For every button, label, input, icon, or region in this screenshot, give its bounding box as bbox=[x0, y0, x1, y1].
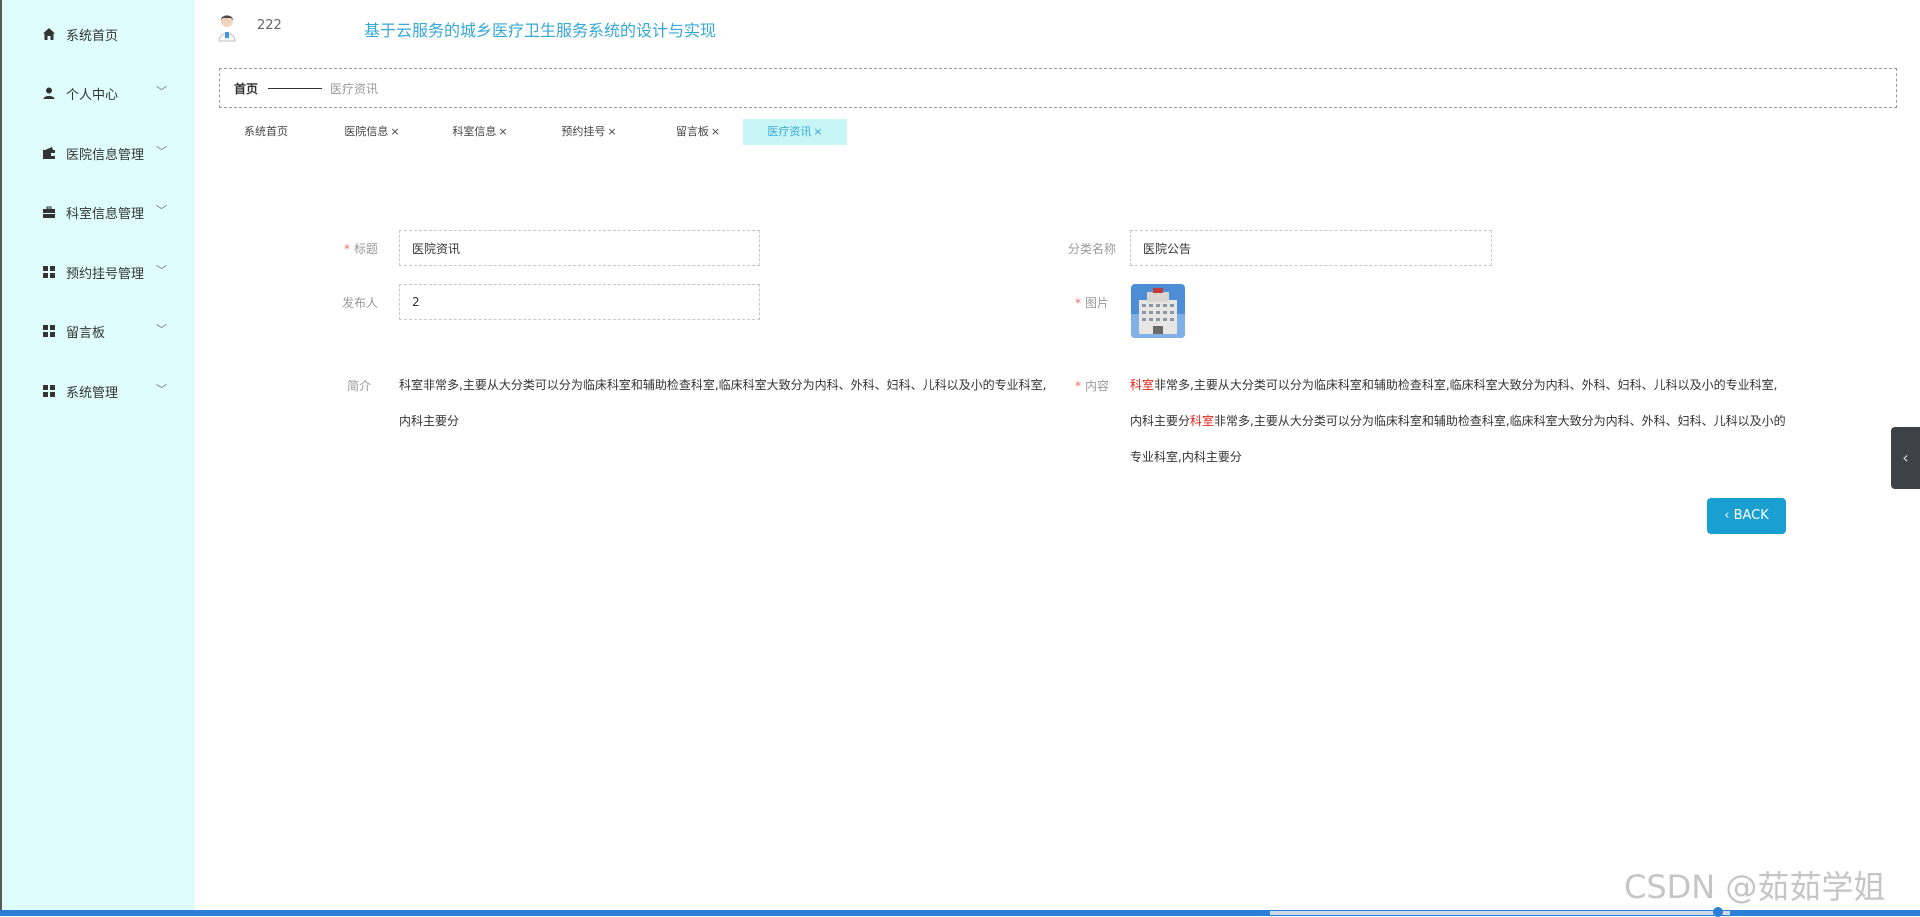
tab-messageboard[interactable]: 留言板 × bbox=[663, 119, 733, 145]
wallet-icon bbox=[43, 147, 55, 159]
breadcrumb: 首页 医疗资讯 bbox=[219, 68, 1897, 108]
chevron-down-icon: ﹀ bbox=[156, 323, 167, 336]
tab-label: 预约挂号 bbox=[561, 125, 606, 138]
app-title: 基于云服务的城乡医疗卫生服务系统的设计与实现 bbox=[364, 21, 717, 40]
chevron-down-icon: ﹀ bbox=[156, 145, 167, 158]
avatar[interactable] bbox=[216, 12, 244, 42]
breadcrumb-home[interactable]: 首页 bbox=[234, 80, 258, 97]
sidebar-item-profile[interactable]: 个人中心 ﹀ bbox=[2, 73, 197, 113]
collapse-handle-chevron-left-icon[interactable]: ‹ bbox=[1891, 427, 1920, 489]
intro-label: 简介 bbox=[346, 379, 371, 393]
sidebar-item-label: 预约挂号管理 bbox=[66, 267, 145, 282]
back-button-label: BACK bbox=[1733, 508, 1769, 523]
image-label: * 图片 bbox=[1074, 296, 1109, 310]
close-icon[interactable]: × bbox=[711, 125, 720, 138]
sidebar-item-label: 科室信息管理 bbox=[66, 207, 145, 222]
tab-news[interactable]: 医疗资讯 × bbox=[743, 119, 847, 145]
required-mark: * bbox=[1074, 379, 1081, 393]
publisher-input[interactable] bbox=[399, 284, 760, 320]
sidebar-item-home[interactable]: 系统首页 bbox=[2, 14, 197, 54]
tab-label: 医院信息 bbox=[344, 125, 389, 138]
breadcrumb-current: 医疗资讯 bbox=[330, 82, 379, 96]
username[interactable]: 222 bbox=[257, 18, 282, 33]
close-icon[interactable]: × bbox=[498, 125, 507, 138]
sidebar-item-appointment[interactable]: 预约挂号管理 ﹀ bbox=[2, 252, 197, 292]
sidebar-item-label: 系统管理 bbox=[66, 386, 119, 401]
required-mark: * bbox=[343, 242, 350, 256]
publisher-label: 发布人 bbox=[341, 296, 378, 310]
close-icon[interactable]: × bbox=[813, 125, 822, 138]
chevron-down-icon: ﹀ bbox=[156, 264, 167, 277]
hospital-image[interactable] bbox=[1131, 284, 1185, 338]
sidebar-item-label: 医院信息管理 bbox=[66, 148, 145, 163]
content-text: 科室非常多,主要从大分类可以分为临床科室和辅助检查科室,临床科室大致分为内科、外… bbox=[1130, 367, 1786, 475]
tab-label: 留言板 bbox=[675, 125, 709, 138]
sidebar-item-hospital[interactable]: 医院信息管理 ﹀ bbox=[2, 133, 197, 173]
required-mark: * bbox=[1074, 296, 1081, 310]
close-icon[interactable]: × bbox=[607, 125, 616, 138]
content-part: 非常多,主要从大分类可以分为临床科室和辅助检查科室,临床科室大致分为内科、外科、… bbox=[1130, 414, 1786, 464]
tab-department[interactable]: 科室信息 × bbox=[445, 119, 515, 145]
tab-label: 系统首页 bbox=[244, 125, 288, 138]
person-icon bbox=[43, 87, 55, 99]
content-highlight: 科室 bbox=[1130, 378, 1155, 392]
title-label: * 标题 bbox=[343, 242, 378, 256]
horizontal-scrollbar[interactable] bbox=[1270, 911, 1730, 915]
chevron-down-icon: ﹀ bbox=[156, 383, 167, 396]
sidebar-item-label: 系统首页 bbox=[66, 29, 119, 44]
content-label: * 内容 bbox=[1074, 379, 1109, 393]
tab-home[interactable]: 系统首页 bbox=[231, 119, 301, 145]
chevron-down-icon: ﹀ bbox=[156, 85, 167, 98]
chevron-down-icon: ﹀ bbox=[156, 204, 167, 217]
category-label: 分类名称 bbox=[1067, 242, 1116, 256]
back-button[interactable]: ‹ BACK bbox=[1707, 498, 1786, 534]
tab-appointment[interactable]: 预约挂号 × bbox=[554, 119, 624, 145]
sidebar-item-department[interactable]: 科室信息管理 ﹀ bbox=[2, 192, 197, 232]
sidebar: 系统首页 个人中心 ﹀ 医院信息管理 ﹀ 科室信息管理 ﹀ 预约挂号管理 ﹀ 留… bbox=[0, 0, 195, 916]
tab-label: 医疗资讯 bbox=[767, 125, 812, 138]
tab-label: 科室信息 bbox=[452, 125, 497, 138]
sidebar-item-system[interactable]: 系统管理 ﹀ bbox=[2, 371, 197, 411]
tab-hospital[interactable]: 医院信息 × bbox=[337, 119, 407, 145]
sidebar-item-label: 留言板 bbox=[66, 326, 106, 341]
grid-icon bbox=[43, 385, 55, 397]
chevron-left-icon: ‹ bbox=[1724, 508, 1734, 523]
category-input[interactable] bbox=[1130, 230, 1492, 266]
title-input[interactable] bbox=[399, 230, 760, 266]
sidebar-item-messageboard[interactable]: 留言板 ﹀ bbox=[2, 311, 197, 351]
briefcase-icon bbox=[43, 206, 55, 218]
breadcrumb-separator bbox=[268, 88, 322, 89]
content-highlight: 科室 bbox=[1190, 414, 1215, 428]
watermark: CSDN @茹茹学姐 bbox=[1624, 868, 1886, 906]
home-icon bbox=[43, 28, 55, 40]
intro-text: 科室非常多,主要从大分类可以分为临床科室和辅助检查科室,临床科室大致分为内科、外… bbox=[399, 378, 1047, 428]
grid-icon bbox=[43, 325, 55, 337]
close-icon[interactable]: × bbox=[390, 125, 399, 138]
sidebar-item-label: 个人中心 bbox=[66, 88, 119, 103]
grid-icon bbox=[43, 266, 55, 278]
